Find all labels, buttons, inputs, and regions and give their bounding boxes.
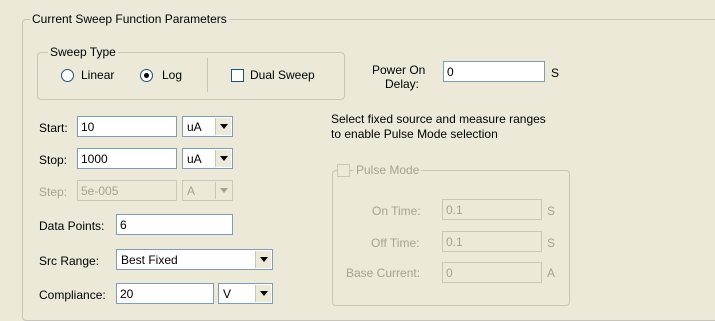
power-on-delay-unit: S [551, 66, 560, 80]
stop-unit-value: uA [187, 152, 202, 166]
off-time-label: Off Time: [371, 236, 420, 250]
compliance-unit-value: V [223, 287, 232, 301]
linear-radio[interactable] [61, 69, 74, 82]
chevron-down-icon[interactable] [215, 150, 231, 167]
off-time-input [442, 231, 542, 252]
base-current-label: Base Current: [346, 266, 421, 280]
step-input [77, 180, 177, 201]
stop-input[interactable] [77, 148, 177, 169]
compliance-unit-select[interactable]: V [218, 283, 273, 304]
dual-sweep-checkbox[interactable] [231, 69, 244, 82]
start-input[interactable] [77, 116, 177, 137]
data-points-label: Data Points: [39, 219, 105, 233]
pulse-mode-checkbox [337, 164, 350, 177]
base-current-unit: A [547, 266, 556, 280]
compliance-input[interactable] [116, 283, 214, 304]
pulse-hint-line1: Select fixed source and measure ranges [331, 112, 546, 126]
chevron-down-icon[interactable] [255, 251, 271, 268]
pulse-mode-label: Pulse Mode [354, 163, 422, 177]
step-unit-select: A [182, 180, 233, 201]
power-on-delay-input[interactable] [443, 61, 545, 82]
start-unit-value: uA [187, 120, 202, 134]
step-label: Step: [39, 185, 68, 199]
chevron-down-icon [215, 182, 231, 199]
on-time-label: On Time: [372, 204, 421, 218]
group-title: Current Sweep Function Parameters [30, 12, 229, 26]
power-on-delay-label-line1: Power On [372, 63, 426, 77]
base-current-input [442, 262, 542, 283]
on-time-unit: S [547, 204, 556, 218]
src-range-select[interactable]: Best Fixed [116, 249, 273, 270]
chevron-down-icon[interactable] [215, 118, 231, 135]
data-points-input[interactable] [116, 214, 233, 235]
sweep-type-separator [207, 58, 208, 92]
dual-sweep-label[interactable]: Dual Sweep [250, 68, 315, 82]
linear-label[interactable]: Linear [81, 68, 114, 82]
on-time-input [442, 199, 542, 220]
pulse-hint-line2: to enable Pulse Mode selection [331, 127, 498, 141]
log-radio[interactable] [140, 69, 153, 82]
step-unit-value: A [187, 184, 196, 198]
start-label: Start: [39, 121, 68, 135]
stop-unit-select[interactable]: uA [182, 148, 233, 169]
sweep-type-title: Sweep Type [48, 45, 118, 59]
stop-label: Stop: [39, 153, 68, 167]
off-time-unit: S [547, 236, 556, 250]
log-label[interactable]: Log [162, 68, 182, 82]
start-unit-select[interactable]: uA [182, 116, 233, 137]
src-range-label: Src Range: [39, 254, 100, 268]
compliance-label: Compliance: [39, 288, 106, 302]
chevron-down-icon[interactable] [255, 285, 271, 302]
src-range-value: Best Fixed [121, 253, 178, 267]
power-on-delay-label-line2: Delay: [385, 77, 420, 91]
